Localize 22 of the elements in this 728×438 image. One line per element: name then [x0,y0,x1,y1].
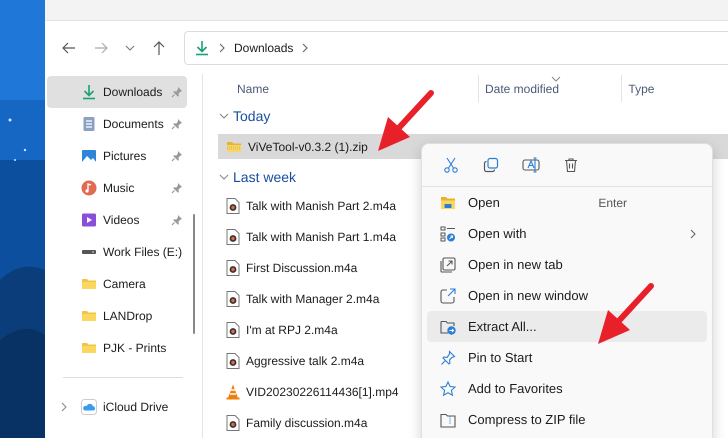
file-name: Talk with Manager 2.m4a [246,292,380,306]
sidebar-label: LANDrop [103,309,154,323]
sidebar-label: Videos [103,213,140,227]
sidebar-label: iCloud Drive [103,400,170,414]
sidebar-label: PJK - Prints [103,341,168,355]
sidebar-label: Pictures [103,149,148,163]
file-name: Family discussion.m4a [246,416,368,430]
file-name: I'm at RPJ 2.m4a [246,322,338,337]
group-header: Last week [233,168,296,185]
sidebar-label: Work Files (E:) [103,245,183,259]
sidebar-label: Documents [103,117,165,131]
group-header: Today [233,108,270,124]
shortcut-label: Enter [598,196,627,210]
file-name: Talk with Manish Part 2.m4a [246,199,396,214]
file-name: Aggressive talk 2.m4a [246,354,364,368]
file-name: First Discussion.m4a [246,261,358,276]
file-name: VID20230226114436[1].mp4 [246,384,399,399]
sidebar-label: Music [103,181,136,195]
file-name: ViVeTool-v0.3.2 (1).zip [248,140,368,154]
sidebar-label: Downloads [103,85,164,99]
sidebar-label: Camera [103,277,147,291]
file-name: Talk with Manish Part 1.m4a [246,230,396,244]
